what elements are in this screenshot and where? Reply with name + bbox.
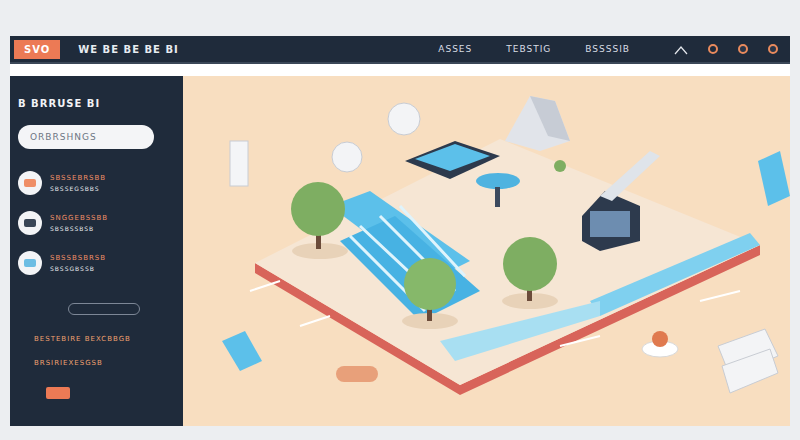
item-title: SBSSBSBRSB: [50, 254, 106, 262]
content: B BRRUSE BI SBSSEBRSBB SBSSEGSBBS SNGGEBSSB…: [10, 76, 790, 426]
sidebar: B BRRUSE BI SBSSEBRSBB SBSSEGSBBS SNGGEBSSB…: [10, 76, 183, 426]
outline-button[interactable]: [68, 303, 140, 315]
item-subtitle: SBSSEGSBBS: [50, 185, 106, 192]
item-subtitle: SBSBSSBSB: [50, 225, 108, 232]
item-glyph-icon: [24, 219, 36, 227]
item-text: SNGGEBSSBB SBSBSSBSB: [50, 214, 108, 232]
item-title: SNGGEBSSBB: [50, 214, 108, 222]
nav-item[interactable]: ASSES: [438, 44, 472, 54]
sidebar-item[interactable]: SBSSBSBRSB SBSSGBSSB: [18, 251, 175, 275]
nav-item[interactable]: TEBSTIG: [506, 44, 551, 54]
item-subtitle: SBSSGBSSB: [50, 265, 106, 272]
top-bar: SVO WE BE BE BE BI ASSES TEBSTIG BSSSSIB: [10, 36, 790, 64]
mountain-icon[interactable]: [674, 40, 688, 59]
item-glyph-icon: [24, 179, 36, 187]
illustration: [183, 76, 790, 426]
item-icon: [18, 251, 42, 275]
sidebar-links: BESTEBIRE BEXCBBGB BRSIRIEXESGSB: [18, 335, 175, 367]
sidebar-title: B BRRUSE BI: [18, 98, 175, 109]
sidebar-item[interactable]: SBSSEBRSBB SBSSEGSBBS: [18, 171, 175, 195]
item-text: SBSSBSBRSB SBSSGBSSB: [50, 254, 106, 272]
profile-icon[interactable]: [768, 44, 778, 54]
notification-icon[interactable]: [738, 44, 748, 54]
item-text: SBSSEBRSBB SBSSEGSBBS: [50, 174, 106, 192]
sidebar-link[interactable]: BRSIRIEXESGSB: [34, 359, 175, 367]
item-icon: [18, 171, 42, 195]
brand-name: WE BE BE BE BI: [78, 44, 179, 55]
search-field[interactable]: [18, 125, 154, 149]
action-button[interactable]: [46, 387, 70, 399]
sidebar-item[interactable]: SNGGEBSSBB SBSBSSBSB: [18, 211, 175, 235]
item-icon: [18, 211, 42, 235]
header-icons: [674, 40, 786, 59]
status-icon[interactable]: [708, 44, 718, 54]
nav-item[interactable]: BSSSSIB: [585, 44, 630, 54]
sidebar-link[interactable]: BESTEBIRE BEXCBBGB: [34, 335, 175, 343]
logo[interactable]: SVO: [14, 40, 60, 59]
header-strip: [10, 64, 790, 76]
isometric-scene: [183, 76, 790, 426]
item-glyph-icon: [24, 259, 36, 267]
item-title: SBSSEBRSBB: [50, 174, 106, 182]
sidebar-list: SBSSEBRSBBSBSSEGSBBSSNGGEBSSBBSBSBSSBSBS…: [18, 171, 175, 275]
nav-menu: ASSES TEBSTIG BSSSSIB: [438, 44, 630, 54]
